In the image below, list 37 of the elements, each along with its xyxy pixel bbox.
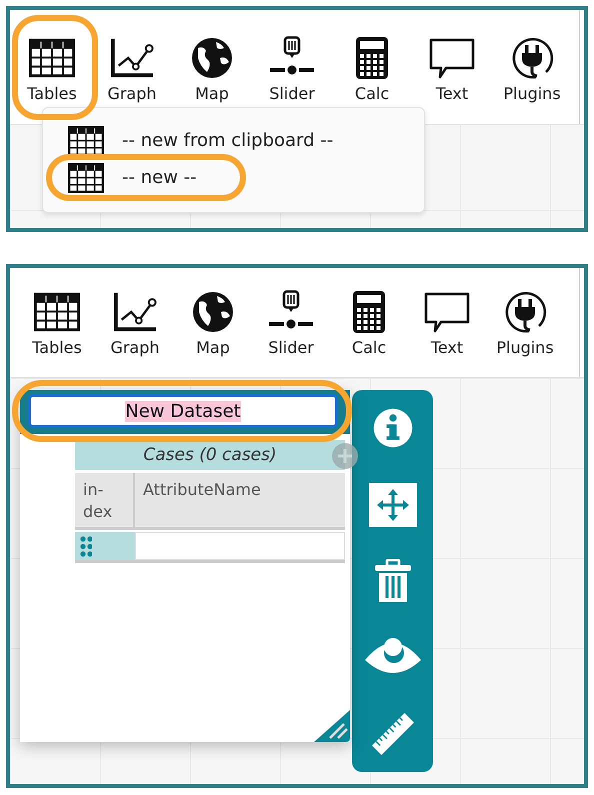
- line-graph-icon: [109, 37, 155, 79]
- toolbar-button[interactable]: Graph: [92, 10, 172, 103]
- row-handle[interactable]: [75, 532, 135, 560]
- toolbar-button[interactable]: Text: [408, 268, 486, 357]
- toolbar-button[interactable]: Map: [172, 10, 252, 103]
- toolbar-button[interactable]: Slider: [252, 10, 332, 103]
- toolbar-button[interactable]: Text: [412, 10, 492, 103]
- line-graph-icon: [112, 291, 158, 333]
- toolbar-button[interactable]: Slider: [252, 268, 330, 357]
- toolbar-button[interactable]: Graph: [96, 268, 174, 357]
- toolbar-button[interactable]: Plugins: [492, 10, 572, 103]
- plug-icon: [503, 290, 547, 334]
- collection-title: Cases (0 cases): [143, 445, 277, 465]
- globe-icon: [190, 36, 234, 80]
- table-cell[interactable]: [135, 532, 345, 560]
- toolbar-button[interactable]: Tables: [12, 10, 92, 103]
- speech-bubble-icon: [423, 291, 471, 333]
- toolbar-button[interactable]: Plugins: [486, 268, 564, 357]
- toolbar-button[interactable]: Calc: [332, 10, 412, 103]
- plug-icon: [510, 36, 554, 80]
- table-icon: [68, 162, 104, 192]
- menu-item[interactable]: -- new from clipboard --: [43, 125, 424, 156]
- trash-icon[interactable]: [372, 559, 412, 604]
- table-icon: [34, 292, 80, 332]
- move-icon[interactable]: [368, 482, 416, 527]
- globe-icon: [191, 290, 235, 334]
- column-header[interactable]: in-dex: [75, 473, 135, 527]
- speech-bubble-icon: [428, 37, 476, 79]
- menu-item[interactable]: -- new --: [43, 162, 424, 193]
- column-header[interactable]: AttributeName: [135, 473, 345, 527]
- toolbar-button[interactable]: Calc: [330, 268, 408, 357]
- drag-handle-icon[interactable]: [80, 536, 92, 556]
- toolbar-button[interactable]: Tables: [18, 268, 96, 357]
- table-icon: [68, 126, 104, 156]
- title-field[interactable]: New Dataset: [28, 394, 338, 428]
- toolbar-button[interactable]: Map: [174, 268, 252, 357]
- table-icon: [29, 38, 75, 78]
